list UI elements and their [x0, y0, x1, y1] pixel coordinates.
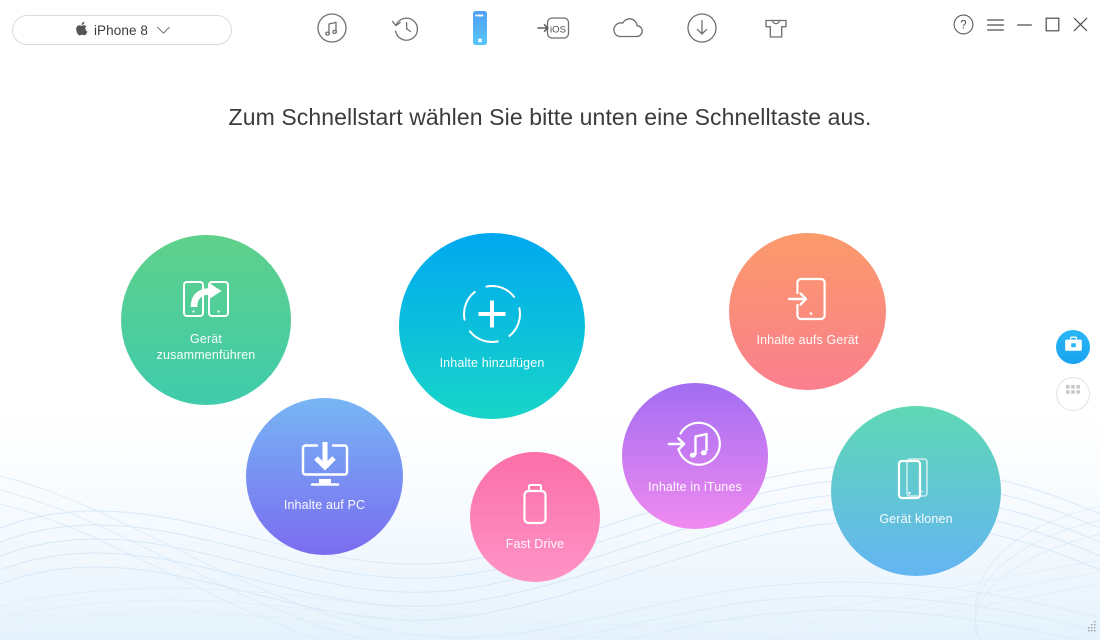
to-ios-icon: iOS — [535, 12, 573, 49]
bubble-fast-drive[interactable]: Fast Drive — [470, 452, 600, 582]
top-toolbar: iPhone 8 iOS ? — [0, 0, 1100, 58]
quick-action-bubbles: Gerät zusammenführen Inhalte hinzufügen — [0, 0, 1100, 640]
bubble-label: Inhalte aufs Gerät — [756, 333, 859, 348]
bubble-content-to-device[interactable]: Inhalte aufs Gerät — [729, 233, 886, 390]
app-window: iPhone 8 iOS ? Zum Schnellstart wählen S… — [0, 0, 1100, 640]
toolbox-icon — [1064, 336, 1083, 358]
chevron-down-icon — [157, 20, 170, 34]
nav-item-restore[interactable] — [369, 10, 443, 50]
side-button-group — [1056, 330, 1090, 411]
device-selector[interactable]: iPhone 8 — [12, 15, 232, 45]
nav-item-device[interactable] — [443, 10, 517, 50]
nav-item-music[interactable] — [295, 10, 369, 50]
nav-item-ios-mover[interactable]: iOS — [517, 10, 591, 50]
music-note-circle-icon — [316, 12, 348, 49]
minimize-button[interactable] — [1017, 18, 1032, 32]
download-circle-icon — [686, 12, 718, 49]
bubble-content-to-pc[interactable]: Inhalte auf PC — [246, 398, 403, 555]
bubble-label: Inhalte in iTunes — [648, 479, 742, 494]
page-headline: Zum Schnellstart wählen Sie bitte unten … — [228, 104, 872, 130]
tshirt-icon — [760, 12, 792, 49]
svg-text:iOS: iOS — [550, 24, 566, 35]
menu-button[interactable] — [987, 18, 1004, 32]
phone-icon — [465, 8, 495, 53]
nav-item-ringtone[interactable] — [739, 10, 813, 50]
music-arrow-circle-icon — [666, 417, 724, 471]
nav-item-download[interactable] — [665, 10, 739, 50]
grid-apps-icon — [1065, 384, 1081, 405]
apple-logo-icon — [76, 21, 89, 38]
bubble-label: Fast Drive — [505, 536, 565, 551]
dashed-circle-plus-icon — [459, 281, 525, 347]
resize-grip[interactable] — [1085, 619, 1097, 637]
bubble-label: Inhalte hinzufügen — [439, 355, 545, 370]
monitor-download-icon — [298, 439, 352, 489]
history-clock-icon — [390, 12, 422, 49]
nav-item-icloud[interactable] — [591, 10, 665, 50]
window-controls: ? — [953, 14, 1088, 35]
bubble-content-to-itunes[interactable]: Inhalte in iTunes — [622, 383, 768, 529]
two-phones-arrow-icon — [180, 277, 232, 323]
phone-arrow-in-icon — [786, 274, 830, 324]
apps-button[interactable] — [1056, 377, 1090, 411]
two-phones-stack-icon — [892, 455, 940, 503]
close-button[interactable] — [1073, 17, 1088, 32]
bubble-label: Gerät klonen — [879, 511, 953, 526]
maximize-button[interactable] — [1045, 17, 1060, 32]
cloud-icon — [609, 13, 647, 48]
svg-text:?: ? — [960, 20, 966, 32]
help-button[interactable]: ? — [953, 14, 974, 35]
bubble-merge-device[interactable]: Gerät zusammenführen — [121, 235, 291, 405]
bubble-add-content[interactable]: Inhalte hinzufügen — [399, 233, 585, 419]
nav-icon-group: iOS — [295, 10, 815, 50]
toolbox-button[interactable] — [1056, 330, 1090, 364]
bubble-label: Inhalte auf PC — [283, 498, 366, 513]
bubble-label: Gerät zusammenführen — [156, 331, 256, 362]
usb-drive-icon — [518, 482, 552, 528]
device-name-label: iPhone 8 — [93, 22, 149, 38]
bubble-clone-device[interactable]: Gerät klonen — [831, 406, 1001, 576]
